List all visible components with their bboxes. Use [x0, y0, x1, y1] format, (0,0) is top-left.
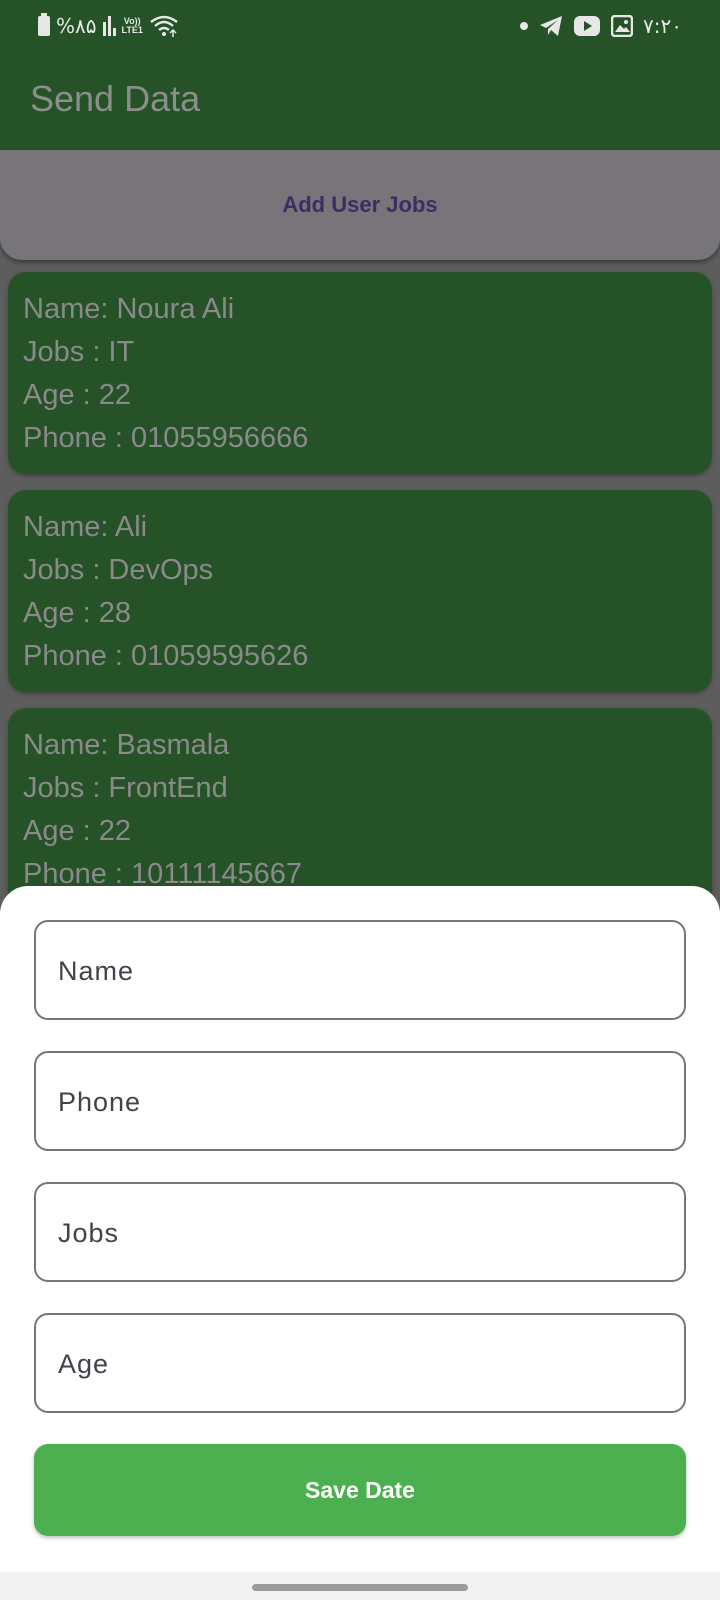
- age-input[interactable]: [56, 1315, 670, 1413]
- user-name: Name: Basmala: [23, 729, 230, 761]
- name-input[interactable]: [56, 922, 670, 1020]
- bottom-sheet: Save Date: [0, 886, 720, 1572]
- battery-icon: [38, 13, 50, 36]
- phone-input[interactable]: [56, 1053, 670, 1151]
- user-jobs: Jobs : DevOps: [23, 554, 214, 586]
- signal-icon: [102, 16, 116, 36]
- user-phone: Phone : 01059595626: [23, 640, 309, 672]
- user-age: Age : 22: [23, 815, 132, 847]
- jobs-field[interactable]: [34, 1182, 686, 1282]
- navigation-bar: [0, 1572, 720, 1600]
- user-age: Age : 22: [23, 379, 132, 411]
- battery-percent: %۸۵: [56, 14, 97, 38]
- age-field[interactable]: [34, 1313, 686, 1413]
- status-bar-right: ۷:۲۰: [519, 14, 682, 38]
- telegram-icon: [540, 16, 563, 36]
- network-badge: Vo)) LTE1: [122, 17, 143, 35]
- gallery-icon: [611, 15, 634, 37]
- network-badge-bottom: LTE1: [121, 25, 143, 35]
- page-title: Send Data: [30, 78, 201, 119]
- jobs-input[interactable]: [56, 1184, 670, 1282]
- name-field[interactable]: [34, 920, 686, 1020]
- add-user-jobs-label: Add User Jobs: [282, 192, 438, 217]
- phone-field[interactable]: [34, 1051, 686, 1151]
- youtube-icon: [574, 16, 601, 36]
- wifi-icon: [150, 15, 178, 37]
- user-name: Name: Noura Ali: [23, 293, 235, 325]
- user-jobs: Jobs : IT: [23, 336, 135, 368]
- user-age: Age : 28: [23, 597, 132, 629]
- clock: ۷:۲۰: [643, 14, 682, 38]
- status-bar: %۸۵ Vo)) LTE1 ۷:۲۰: [0, 0, 720, 52]
- app-bar: Send Data: [0, 52, 720, 150]
- user-card: Name: Noura Ali Jobs : IT Age : 22 Phone…: [8, 272, 712, 474]
- user-jobs: Jobs : FrontEnd: [23, 772, 228, 804]
- home-gesture-handle[interactable]: [252, 1584, 468, 1591]
- user-card: Name: Basmala Jobs : FrontEnd Age : 22 P…: [8, 708, 712, 910]
- save-button-label: Save Date: [305, 1476, 415, 1503]
- user-name: Name: Ali: [23, 511, 148, 543]
- user-card: Name: Ali Jobs : DevOps Age : 28 Phone :…: [8, 490, 712, 692]
- status-bar-left: %۸۵ Vo)) LTE1: [38, 13, 179, 38]
- notification-dot-icon: [520, 22, 529, 30]
- user-phone: Phone : 01055956666: [23, 422, 309, 454]
- save-button[interactable]: Save Date: [34, 1444, 686, 1536]
- add-user-jobs-button[interactable]: Add User Jobs: [0, 150, 720, 260]
